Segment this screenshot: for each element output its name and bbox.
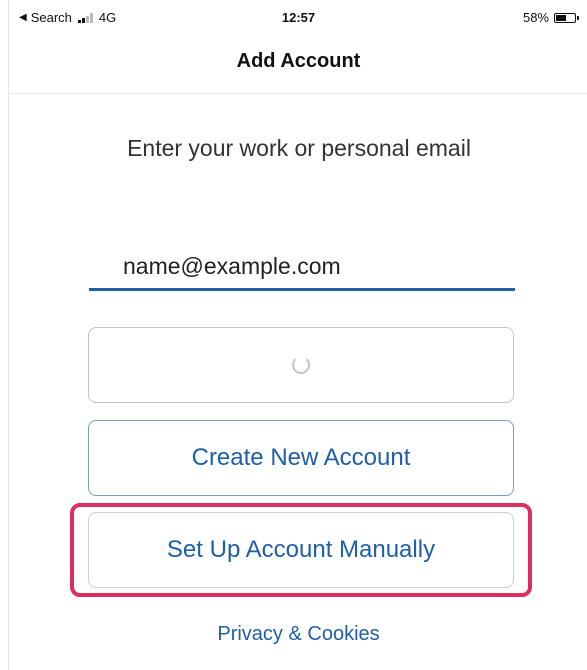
add-account-screen: ◀ Search 4G 12:57 58% Add Account Enter … [8, 0, 587, 670]
page-title: Add Account [236, 50, 361, 72]
nav-divider [9, 93, 587, 94]
privacy-cookies-link[interactable]: Privacy & Cookies [9, 623, 587, 646]
set-up-account-manually-button[interactable]: Set Up Account Manually [88, 512, 514, 588]
email-field[interactable] [89, 245, 515, 291]
spinner-icon [292, 356, 310, 374]
battery-icon [554, 12, 579, 23]
status-right: 58% [522, 10, 579, 25]
status-bar: ◀ Search 4G 12:57 58% [9, 0, 587, 38]
email-prompt: Enter your work or personal email [127, 135, 471, 161]
create-new-account-label: Create New Account [191, 444, 411, 471]
battery-percentage: 58% [522, 10, 549, 25]
create-new-account-button[interactable]: Create New Account [88, 420, 514, 496]
battery-level-fill [556, 14, 567, 21]
status-time: 12:57 [281, 10, 316, 25]
continue-button[interactable] [88, 327, 514, 403]
set-up-account-manually-label: Set Up Account Manually [166, 536, 436, 563]
